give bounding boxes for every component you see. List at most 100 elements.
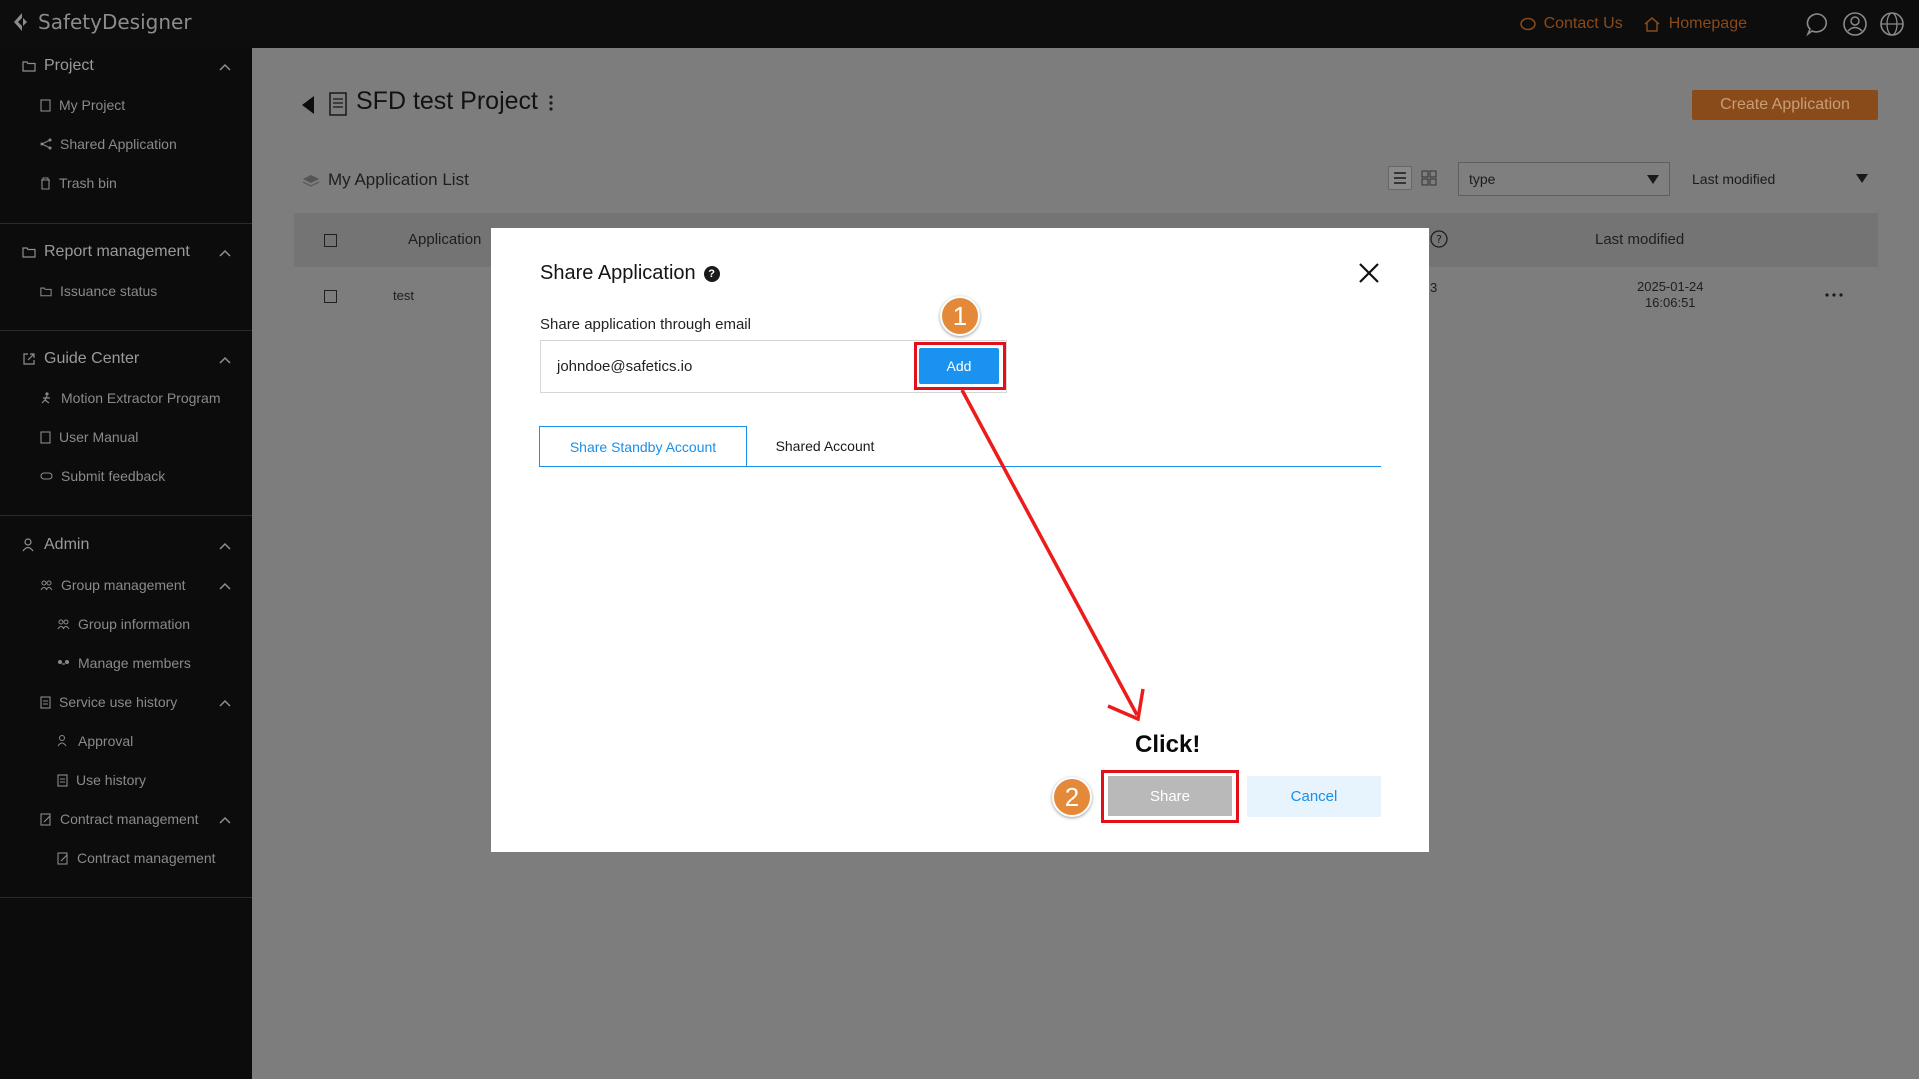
- sidebar-section-guide: Guide Center Motion Extractor Program Us…: [0, 331, 252, 516]
- motion-icon: [41, 392, 50, 404]
- sidebar-header-admin[interactable]: Admin: [22, 536, 89, 554]
- grid-view-icon[interactable]: [1420, 169, 1438, 187]
- sidebar: Project My Project Shared Application Tr…: [0, 48, 252, 1079]
- sidebar-item-group-management[interactable]: Group management: [40, 577, 186, 593]
- sidebar-item-label: Service use history: [59, 694, 178, 710]
- tab-share-standby-account[interactable]: Share Standby Account: [539, 426, 747, 466]
- share-button-highlight: [1101, 770, 1239, 823]
- folder-icon: [40, 287, 52, 296]
- back-arrow-icon[interactable]: [300, 95, 316, 115]
- app-logo[interactable]: SafetyDesigner: [12, 10, 192, 34]
- admin-user-icon: [22, 538, 34, 552]
- sidebar-item-shared-application[interactable]: Shared Application: [40, 136, 177, 152]
- project-document-icon: [329, 92, 347, 116]
- sidebar-item-label: Group management: [61, 577, 186, 593]
- email-input[interactable]: johndoe@safetics.io: [540, 340, 906, 393]
- user-icon[interactable]: [1842, 11, 1868, 37]
- sidebar-item-approval[interactable]: Approval: [57, 733, 133, 749]
- app-name: SafetyDesigner: [38, 10, 192, 34]
- help-icon[interactable]: ?: [1430, 230, 1449, 248]
- sidebar-section-project: Project My Project Shared Application Tr…: [0, 48, 252, 224]
- help-icon[interactable]: ?: [703, 265, 720, 282]
- sidebar-item-motion-extractor[interactable]: Motion Extractor Program: [40, 390, 221, 406]
- select-all-checkbox[interactable]: [324, 234, 337, 247]
- type-filter-select[interactable]: type: [1458, 162, 1670, 196]
- email-input-value: johndoe@safetics.io: [557, 358, 693, 375]
- column-last-modified: Last modified: [1595, 231, 1685, 248]
- row-checkbox[interactable]: [324, 290, 337, 303]
- document-icon: [57, 773, 68, 787]
- type-filter-value: type: [1469, 171, 1496, 187]
- chevron-up-icon[interactable]: [218, 248, 232, 258]
- document-icon: [40, 695, 51, 709]
- sidebar-item-user-manual[interactable]: User Manual: [40, 429, 138, 445]
- chevron-up-icon[interactable]: [218, 62, 232, 72]
- contact-us-link[interactable]: Contact Us: [1519, 15, 1623, 33]
- user-check-icon: [57, 735, 67, 747]
- top-bar: SafetyDesigner Contact Us Homepage: [0, 0, 1919, 48]
- sidebar-item-contract-management-sub[interactable]: Contract management: [57, 850, 216, 866]
- sidebar-header-label: Guide Center: [44, 350, 140, 367]
- sidebar-item-group-information[interactable]: Group information: [57, 616, 190, 632]
- sidebar-item-label: Contract management: [60, 811, 199, 827]
- homepage-link[interactable]: Homepage: [1643, 15, 1747, 33]
- document-icon: [40, 98, 51, 112]
- tab-underline: [539, 466, 1381, 467]
- chevron-up-icon[interactable]: [218, 581, 232, 591]
- sidebar-item-label: My Project: [59, 97, 126, 113]
- sidebar-item-service-use-history[interactable]: Service use history: [40, 694, 177, 710]
- svg-text:?: ?: [1436, 233, 1442, 246]
- folder-icon: [22, 61, 36, 72]
- sidebar-item-label: Motion Extractor Program: [61, 390, 221, 406]
- sidebar-item-label: User Manual: [59, 429, 139, 445]
- chevron-up-icon[interactable]: [218, 355, 232, 365]
- more-vertical-icon[interactable]: [548, 93, 554, 113]
- sidebar-item-trash-bin[interactable]: Trash bin: [40, 175, 117, 191]
- sidebar-header-report[interactable]: Report management: [22, 243, 190, 261]
- message-icon[interactable]: [1805, 11, 1831, 37]
- sort-select[interactable]: Last modified: [1682, 162, 1878, 196]
- external-link-icon: [23, 353, 35, 365]
- sidebar-item-label: Manage members: [78, 655, 191, 671]
- sidebar-item-use-history[interactable]: Use history: [57, 772, 146, 788]
- sidebar-section-admin: Admin Group management Group information…: [0, 516, 252, 898]
- modal-title: Share Application ?: [540, 262, 720, 285]
- list-view-button[interactable]: [1388, 166, 1412, 190]
- sidebar-item-submit-feedback[interactable]: Submit feedback: [40, 468, 165, 484]
- share-icon: [40, 138, 52, 150]
- row-last-modified: 2025-01-24 16:06:51: [1637, 279, 1704, 311]
- sidebar-item-manage-members[interactable]: Manage members: [57, 655, 191, 671]
- sidebar-header-label: Report management: [44, 243, 190, 260]
- sort-value: Last modified: [1692, 171, 1776, 187]
- sidebar-header-project[interactable]: Project: [22, 57, 94, 75]
- list-icon: [1394, 172, 1406, 184]
- click-annotation: Click!: [1135, 731, 1201, 758]
- create-application-button[interactable]: Create Application: [1692, 90, 1878, 120]
- chevron-up-icon[interactable]: [218, 698, 232, 708]
- caret-down-icon: [1647, 175, 1659, 184]
- close-icon[interactable]: [1357, 261, 1381, 285]
- row-date: 2025-01-24: [1637, 279, 1704, 294]
- group-icon: [40, 580, 53, 590]
- sidebar-header-guide[interactable]: Guide Center: [22, 350, 139, 368]
- row-type-fragment: 3: [1430, 280, 1438, 295]
- chevron-up-icon[interactable]: [218, 541, 232, 551]
- sidebar-item-label: Approval: [78, 733, 134, 749]
- chevron-up-icon[interactable]: [218, 815, 232, 825]
- modal-title-label: Share Application: [540, 262, 696, 284]
- edit-document-icon: [57, 851, 68, 865]
- cancel-button[interactable]: Cancel: [1247, 776, 1381, 817]
- more-horizontal-icon[interactable]: [1824, 292, 1844, 298]
- sidebar-item-label: Issuance status: [60, 283, 158, 299]
- sidebar-header-label: Admin: [44, 536, 90, 553]
- trash-icon: [41, 176, 50, 190]
- step-2-badge: 2: [1052, 777, 1092, 817]
- email-share-label: Share application through email: [540, 316, 751, 333]
- globe-icon[interactable]: [1879, 11, 1905, 37]
- tab-shared-account[interactable]: Shared Account: [747, 426, 903, 466]
- sidebar-item-issuance-status[interactable]: Issuance status: [40, 283, 157, 299]
- home-icon: [1644, 17, 1660, 32]
- sidebar-item-label: Use history: [76, 772, 147, 788]
- sidebar-item-contract-management[interactable]: Contract management: [40, 811, 199, 827]
- sidebar-item-my-project[interactable]: My Project: [40, 97, 125, 113]
